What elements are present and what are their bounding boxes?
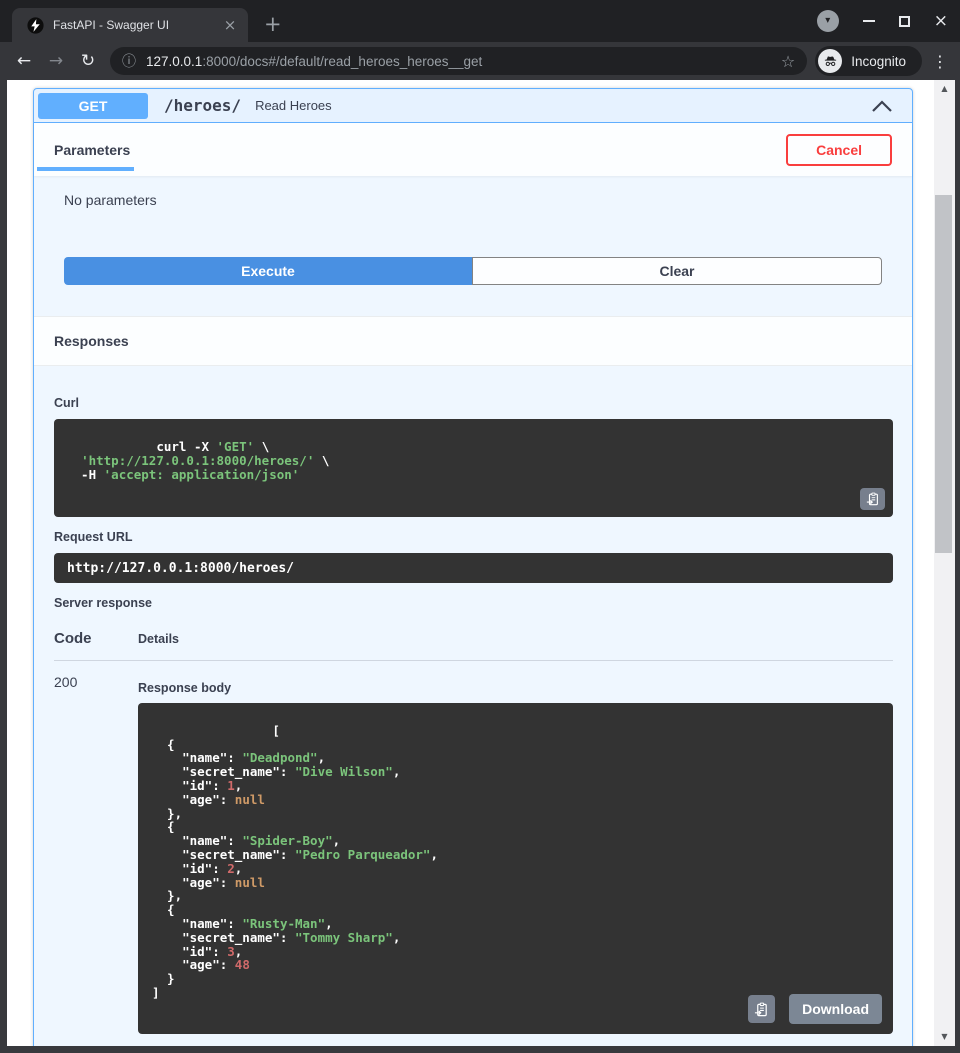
copy-response-button[interactable]: [748, 995, 775, 1023]
clipboard-copy-icon: [866, 492, 880, 506]
status-code: 200: [54, 674, 138, 1046]
download-button[interactable]: Download: [789, 994, 882, 1024]
response-details: Response body [ { "name": "Deadpond", "s…: [138, 674, 893, 1046]
new-tab-button[interactable]: +: [264, 14, 282, 35]
window-border-bottom: [0, 1046, 960, 1053]
maximize-icon: [899, 16, 910, 27]
site-info-icon[interactable]: ⓘ: [122, 51, 136, 71]
browser-tab[interactable]: FastAPI - Swagger UI ×: [12, 8, 248, 42]
url-bar[interactable]: ⓘ 127.0.0.1:8000/docs#/default/read_hero…: [110, 47, 807, 75]
reload-button[interactable]: ↻: [72, 51, 104, 71]
tab-close-icon[interactable]: ×: [220, 16, 240, 34]
responses-section-header: Responses: [34, 316, 912, 366]
responses-title: Responses: [54, 333, 129, 349]
browser-window: FastAPI - Swagger UI × + ▾ × ← → ↻ ⓘ 127…: [0, 0, 960, 1053]
tab-title: FastAPI - Swagger UI: [53, 18, 220, 32]
response-table-header: Code Details: [54, 619, 893, 661]
parameters-header: Parameters Cancel: [34, 123, 912, 176]
cancel-button[interactable]: Cancel: [786, 134, 892, 166]
scroll-up-arrow-icon[interactable]: ▲: [934, 84, 955, 93]
bookmark-star-icon[interactable]: ☆: [781, 52, 795, 71]
minimize-button[interactable]: [863, 20, 875, 22]
response-body-block: [ { "name": "Deadpond", "secret_name": "…: [138, 703, 893, 1034]
responses-body: Curl curl -X 'GET' \ 'http://127.0.0.1:8…: [34, 366, 912, 1046]
tab-parameters[interactable]: Parameters: [54, 123, 130, 176]
incognito-label: Incognito: [851, 54, 906, 69]
browser-menu-button[interactable]: ⋮: [932, 52, 948, 71]
browser-toolbar: ← → ↻ ⓘ 127.0.0.1:8000/docs#/default/rea…: [0, 42, 960, 80]
curl-label: Curl: [54, 396, 893, 410]
code-column-header: Code: [54, 630, 138, 647]
incognito-icon: [818, 49, 842, 73]
maximize-button[interactable]: [899, 16, 910, 27]
window-controls: ▾ ×: [817, 0, 948, 42]
url-host: 127.0.0.1: [146, 54, 202, 69]
execute-button[interactable]: Execute: [64, 257, 472, 285]
url-text: 127.0.0.1:8000/docs#/default/read_heroes…: [146, 54, 781, 69]
swagger-page: GET /heroes/ Read Heroes Parameters Canc…: [7, 80, 934, 1046]
clipboard-copy-icon: [754, 1002, 769, 1017]
request-url-block: http://127.0.0.1:8000/heroes/: [54, 553, 893, 583]
fastapi-favicon-icon: [27, 17, 44, 34]
forward-button[interactable]: →: [40, 51, 72, 71]
tab-search-icon[interactable]: ▾: [817, 10, 839, 32]
scrollbar-thumb[interactable]: [935, 195, 952, 553]
window-border-right: [955, 80, 960, 1046]
window-close-button[interactable]: ×: [934, 13, 948, 30]
curl-command-block: curl -X 'GET' \ 'http://127.0.0.1:8000/h…: [54, 419, 893, 517]
server-response-label: Server response: [54, 596, 893, 610]
response-body-code: [ { "name": "Deadpond", "secret_name": "…: [152, 723, 438, 1000]
incognito-badge: Incognito: [815, 46, 922, 76]
request-url-label: Request URL: [54, 530, 893, 544]
operation-summary[interactable]: GET /heroes/ Read Heroes: [34, 89, 912, 123]
response-row-200: 200 Response body [ { "name": "Deadpond"…: [54, 674, 893, 1046]
curl-command-text: curl -X 'GET' \ 'http://127.0.0.1:8000/h…: [66, 439, 329, 482]
parameters-body: No parameters: [34, 176, 912, 257]
opblock-get-heroes: GET /heroes/ Read Heroes Parameters Canc…: [33, 88, 913, 1046]
copy-curl-button[interactable]: [860, 488, 885, 510]
page-scrollbar[interactable]: ▲ ▼: [934, 80, 955, 1046]
operation-path: /heroes/: [164, 96, 241, 115]
back-button[interactable]: ←: [8, 51, 40, 71]
execute-wrapper: Execute Clear: [64, 257, 882, 285]
window-border-left: [0, 80, 7, 1046]
details-column-header: Details: [138, 632, 179, 646]
no-parameters-message: No parameters: [64, 192, 157, 208]
scroll-down-arrow-icon[interactable]: ▼: [934, 1032, 955, 1041]
active-tab-underline: [37, 167, 134, 171]
operation-description: Read Heroes: [255, 98, 870, 113]
tab-bar: FastAPI - Swagger UI × + ▾ ×: [0, 0, 960, 42]
collapse-chevron-up-icon[interactable]: [870, 99, 894, 113]
minimize-icon: [863, 20, 875, 22]
parameters-tab-label: Parameters: [54, 142, 130, 158]
clear-button[interactable]: Clear: [472, 257, 882, 285]
request-url-value: http://127.0.0.1:8000/heroes/: [67, 561, 294, 576]
method-badge: GET: [38, 93, 148, 119]
url-path: :8000/docs#/default/read_heroes_heroes__…: [202, 54, 482, 69]
response-body-label: Response body: [138, 681, 893, 695]
response-body-actions: Download: [748, 994, 882, 1024]
